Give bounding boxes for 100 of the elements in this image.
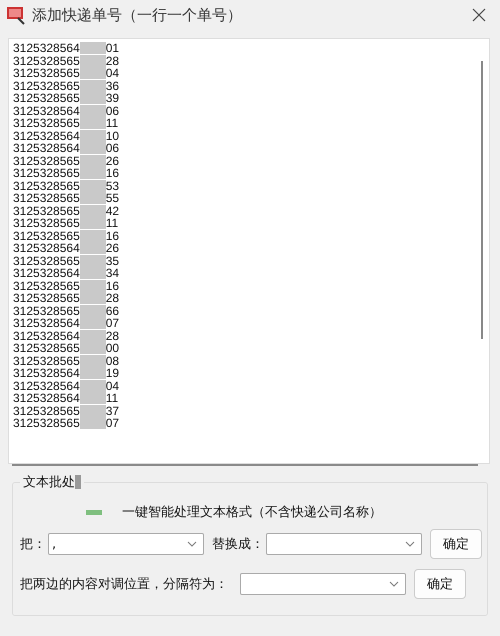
tracking-number-prefix: 3125328565 [13,217,80,230]
tracking-number-suffix: 06 [106,104,120,117]
tracking-number-prefix: 3125328564 [13,367,80,380]
chevron-down-icon [389,581,399,587]
tracking-number-prefix: 3125328564 [13,317,80,330]
tracking-number-suffix: 39 [106,92,120,104]
redaction-mask [80,330,106,342]
tracking-number-suffix: 19 [106,367,120,380]
redaction-mask [80,342,106,354]
redaction-mask [80,280,106,292]
tracking-number-suffix: 16 [106,167,120,180]
tracking-number-suffix: 37 [106,404,120,417]
redaction-mask [86,510,102,514]
redaction-mask [80,67,106,80]
tracking-number-prefix: 3125328564 [13,142,80,154]
tracking-number-suffix: 01 [106,42,120,54]
window-title: 添加快递单号（一行一个单号） [32,6,243,24]
redaction-mask [80,217,106,230]
tracking-number-suffix: 55 [106,192,120,204]
tracking-number-prefix: 3125328565 [13,292,80,304]
tracking-number-prefix: 3125328565 [13,404,80,417]
confirm-button[interactable]: 确定 [430,529,482,559]
tracking-number-prefix: 3125328565 [13,154,80,167]
tracking-number-prefix: 3125328565 [13,80,80,92]
redaction-mask [80,204,106,217]
redaction-mask [80,167,106,180]
redaction-mask [80,367,106,380]
tracking-number-prefix: 3125328564 [13,242,80,254]
tracking-number-suffix: 11 [106,217,118,230]
tracking-number-prefix: 3125328565 [13,192,80,204]
chevron-down-icon [187,541,197,547]
tracking-number-prefix: 3125328565 [13,280,80,292]
redaction-mask [80,80,106,92]
tracking-number-suffix: 04 [106,67,120,80]
redaction-mask [80,354,106,367]
horizontal-scrollbar[interactable] [12,464,478,466]
chevron-down-icon [405,541,415,547]
confirm-button[interactable]: 确定 [414,569,466,599]
tracking-number-prefix: 3125328564 [13,392,80,404]
replace-combo-box[interactable] [266,533,422,555]
tracking-number-prefix: 3125328565 [13,67,80,80]
tracking-number-prefix: 3125328565 [13,117,80,130]
tracking-number-prefix: 3125328565 [13,54,80,67]
tracking-number-suffix: 08 [106,354,120,367]
tracking-number-prefix: 3125328564 [13,330,80,342]
tracking-number-suffix: 36 [106,80,120,92]
redaction-mask [80,254,106,267]
tracking-number-suffix: 16 [106,230,120,242]
tracking-number-suffix: 00 [106,342,120,354]
field-label: 把： [20,536,46,553]
tracking-number-suffix: 28 [106,330,120,342]
redaction-mask [80,392,106,404]
redaction-mask [80,104,106,117]
tracking-number-textarea[interactable] [8,38,490,464]
field-label: 把两边的内容对调位置，分隔符为： [20,576,228,593]
redaction-mask [80,180,106,192]
tracking-number-suffix: 26 [106,154,120,167]
redaction-mask [80,154,106,167]
tracking-number-prefix: 3125328565 [13,230,80,242]
tracking-number-suffix: 16 [106,280,120,292]
scrollbar-thumb[interactable] [481,61,483,339]
redaction-mask [80,380,106,392]
redaction-mask [80,242,106,254]
tracking-number-suffix: 10 [106,130,120,142]
tracking-number-suffix: 66 [106,304,120,317]
redaction-mask [80,292,106,304]
tracking-number-prefix: 3125328564 [13,130,80,142]
tracking-number-prefix: 3125328565 [13,342,80,354]
redaction-mask [80,404,106,417]
redaction-mask [80,267,106,280]
redaction-mask [80,117,106,130]
tracking-number-suffix: 28 [106,54,120,67]
app-icon [6,5,26,25]
tracking-number-prefix: 3125328564 [13,267,80,280]
smart-format-label[interactable]: 一键智能处理文本格式（不含快递公司名称） [122,503,382,521]
tracking-number-suffix: 07 [106,317,120,330]
tracking-number-suffix: 26 [106,242,120,254]
tracking-number-suffix: 07 [106,417,120,430]
tracking-number-prefix: 3125328565 [13,180,80,192]
tracking-number-prefix: 3125328564 [13,42,80,54]
separator-combo-box[interactable] [240,573,406,595]
tracking-number-prefix: 3125328565 [13,354,80,367]
close-icon[interactable] [472,8,486,22]
redaction-mask [75,475,81,489]
redaction-mask [80,54,106,67]
find-combo-box[interactable]: , [48,533,204,555]
tracking-number-suffix: 42 [106,204,120,217]
tracking-number-prefix: 3125328565 [13,204,80,217]
tracking-number-prefix: 3125328565 [13,304,80,317]
redaction-mask [80,304,106,317]
tracking-number-suffix: 11 [106,117,118,130]
redaction-mask [80,130,106,142]
tracking-number-suffix: 06 [106,142,120,154]
redaction-mask [80,417,106,430]
tracking-number-suffix: 04 [106,380,120,392]
tracking-number-suffix: 28 [106,292,120,304]
tracking-number-suffix: 34 [106,267,120,280]
redaction-mask [80,317,106,330]
redaction-mask [80,92,106,104]
tracking-number-prefix: 3125328564 [13,104,80,117]
